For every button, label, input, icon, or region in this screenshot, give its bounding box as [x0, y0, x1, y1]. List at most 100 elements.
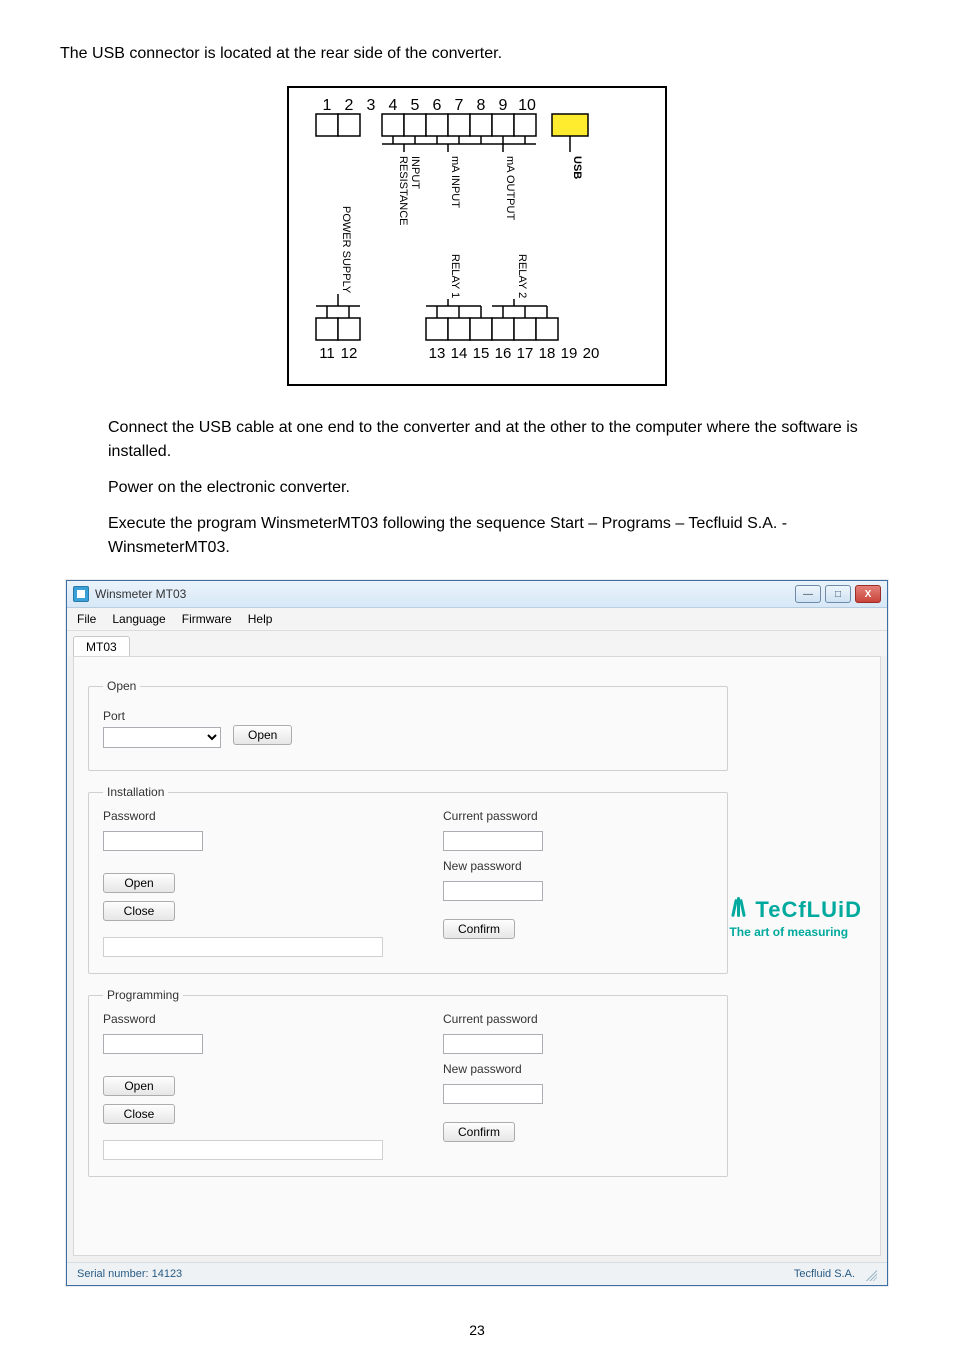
app-window: Winsmeter MT03 — □ X File Language Firmw… — [66, 580, 888, 1286]
prog-password-input[interactable] — [103, 1034, 203, 1054]
close-button[interactable]: X — [855, 585, 881, 603]
svg-text:C: C — [543, 324, 551, 336]
menu-help[interactable]: Help — [248, 612, 273, 626]
svg-text:13: 13 — [429, 345, 446, 362]
app-icon — [73, 586, 89, 602]
svg-text:NC: NC — [451, 324, 467, 336]
svg-text:4: 4 — [389, 97, 398, 114]
svg-text:C: C — [477, 324, 485, 336]
svg-text:L: L — [323, 322, 330, 337]
inst-new-pw-label: New password — [443, 859, 703, 873]
svg-text:2: 2 — [345, 97, 354, 114]
svg-text:8: 8 — [477, 97, 486, 114]
svg-text:A: A — [499, 118, 508, 133]
svg-text:15: 15 — [473, 345, 490, 362]
menu-file[interactable]: File — [77, 612, 96, 626]
group-installation: Installation Password Open Close Current… — [88, 785, 728, 974]
svg-text:RESISTANCE: RESISTANCE — [397, 156, 409, 225]
group-programming: Programming Password Open Close Current … — [88, 988, 728, 1177]
wiring-diagram: 123 456 789 10 R R I+ I– + A – — [287, 86, 667, 386]
menu-firmware[interactable]: Firmware — [182, 612, 232, 626]
inst-password-label: Password — [103, 809, 403, 823]
prog-current-pw-input[interactable] — [443, 1034, 543, 1054]
tab-body: Open Port Open Installation Password Ope… — [73, 656, 881, 1256]
svg-text:10: 10 — [518, 97, 536, 114]
svg-text:14: 14 — [451, 345, 468, 362]
open-port-button[interactable]: Open — [233, 725, 292, 745]
titlebar[interactable]: Winsmeter MT03 — □ X — [67, 581, 887, 608]
svg-text:N: N — [344, 322, 353, 337]
window-title: Winsmeter MT03 — [95, 587, 186, 601]
inst-close-button[interactable]: Close — [103, 901, 175, 921]
group-open: Open Port Open — [88, 679, 728, 771]
para-power: Power on the electronic converter. — [108, 476, 894, 500]
status-company: Tecfluid S.A. — [794, 1268, 855, 1280]
svg-text:12: 12 — [341, 345, 358, 362]
svg-text:mA OUTPUT: mA OUTPUT — [504, 156, 516, 220]
inst-new-pw-input[interactable] — [443, 881, 543, 901]
tab-mt03[interactable]: MT03 — [73, 636, 130, 657]
prog-open-button[interactable]: Open — [103, 1076, 175, 1096]
prog-status-line — [103, 1140, 383, 1160]
svg-text:mA INPUT: mA INPUT — [449, 156, 461, 208]
prog-password-label: Password — [103, 1012, 403, 1026]
svg-text:9: 9 — [499, 97, 508, 114]
para-connect: Connect the USB cable at one end to the … — [108, 416, 894, 464]
statusbar: Serial number: 14123 Tecfluid S.A. — [67, 1262, 887, 1285]
brand-subtitle: The art of measuring — [729, 925, 862, 939]
prog-new-pw-input[interactable] — [443, 1084, 543, 1104]
inst-status-line — [103, 937, 383, 957]
svg-text:I–: I– — [454, 118, 466, 133]
legend-programming: Programming — [103, 988, 183, 1002]
svg-text:NO: NO — [495, 324, 512, 336]
brand-logo-text: TeCfLUiD — [755, 897, 862, 923]
svg-text:19: 19 — [561, 345, 578, 362]
port-label: Port — [103, 709, 221, 723]
svg-text:3: 3 — [367, 97, 376, 114]
svg-text:R: R — [410, 118, 419, 133]
intro-text: The USB connector is located at the rear… — [60, 42, 894, 66]
inst-password-input[interactable] — [103, 831, 203, 851]
resize-grip-icon[interactable] — [863, 1267, 877, 1281]
prog-current-pw-label: Current password — [443, 1012, 703, 1026]
svg-text:17: 17 — [517, 345, 534, 362]
svg-text:RELAY 2: RELAY 2 — [516, 254, 528, 298]
svg-text:–: – — [521, 118, 529, 133]
svg-text:NC: NC — [517, 324, 533, 336]
svg-text:20: 20 — [583, 345, 600, 362]
svg-text:11: 11 — [319, 345, 335, 362]
svg-text:R: R — [388, 118, 397, 133]
svg-text:5: 5 — [411, 97, 420, 114]
inst-current-pw-label: Current password — [443, 809, 703, 823]
inst-confirm-button[interactable]: Confirm — [443, 919, 515, 939]
wiring-diagram-container: 123 456 789 10 R R I+ I– + A – — [60, 86, 894, 386]
inst-open-button[interactable]: Open — [103, 873, 175, 893]
status-serial: Serial number: 14123 — [77, 1268, 182, 1280]
svg-text:7: 7 — [455, 97, 464, 114]
para-execute: Execute the program WinsmeterMT03 follow… — [108, 512, 894, 560]
svg-text:18: 18 — [539, 345, 556, 362]
prog-close-button[interactable]: Close — [103, 1104, 175, 1124]
maximize-button[interactable]: □ — [825, 585, 851, 603]
svg-text:RELAY 1: RELAY 1 — [449, 254, 461, 298]
svg-text:POWER SUPPLY: POWER SUPPLY — [340, 206, 352, 294]
menubar: File Language Firmware Help — [67, 608, 887, 631]
svg-text:I+: I+ — [431, 118, 442, 133]
inst-current-pw-input[interactable] — [443, 831, 543, 851]
svg-text:NO: NO — [429, 324, 446, 336]
prog-confirm-button[interactable]: Confirm — [443, 1122, 515, 1142]
port-select[interactable] — [103, 727, 221, 748]
page-number: 23 — [60, 1322, 894, 1338]
svg-text:1: 1 — [323, 97, 332, 114]
svg-text:16: 16 — [495, 345, 512, 362]
prog-new-pw-label: New password — [443, 1062, 703, 1076]
svg-text:USB: USB — [571, 156, 583, 179]
svg-text:+: + — [477, 118, 485, 133]
minimize-button[interactable]: — — [795, 585, 821, 603]
legend-open: Open — [103, 679, 140, 693]
menu-language[interactable]: Language — [112, 612, 165, 626]
tabstrip: MT03 — [67, 631, 887, 656]
legend-installation: Installation — [103, 785, 168, 799]
brand-block: TeCfLUiD The art of measuring — [729, 897, 862, 939]
antenna-icon — [729, 897, 751, 917]
